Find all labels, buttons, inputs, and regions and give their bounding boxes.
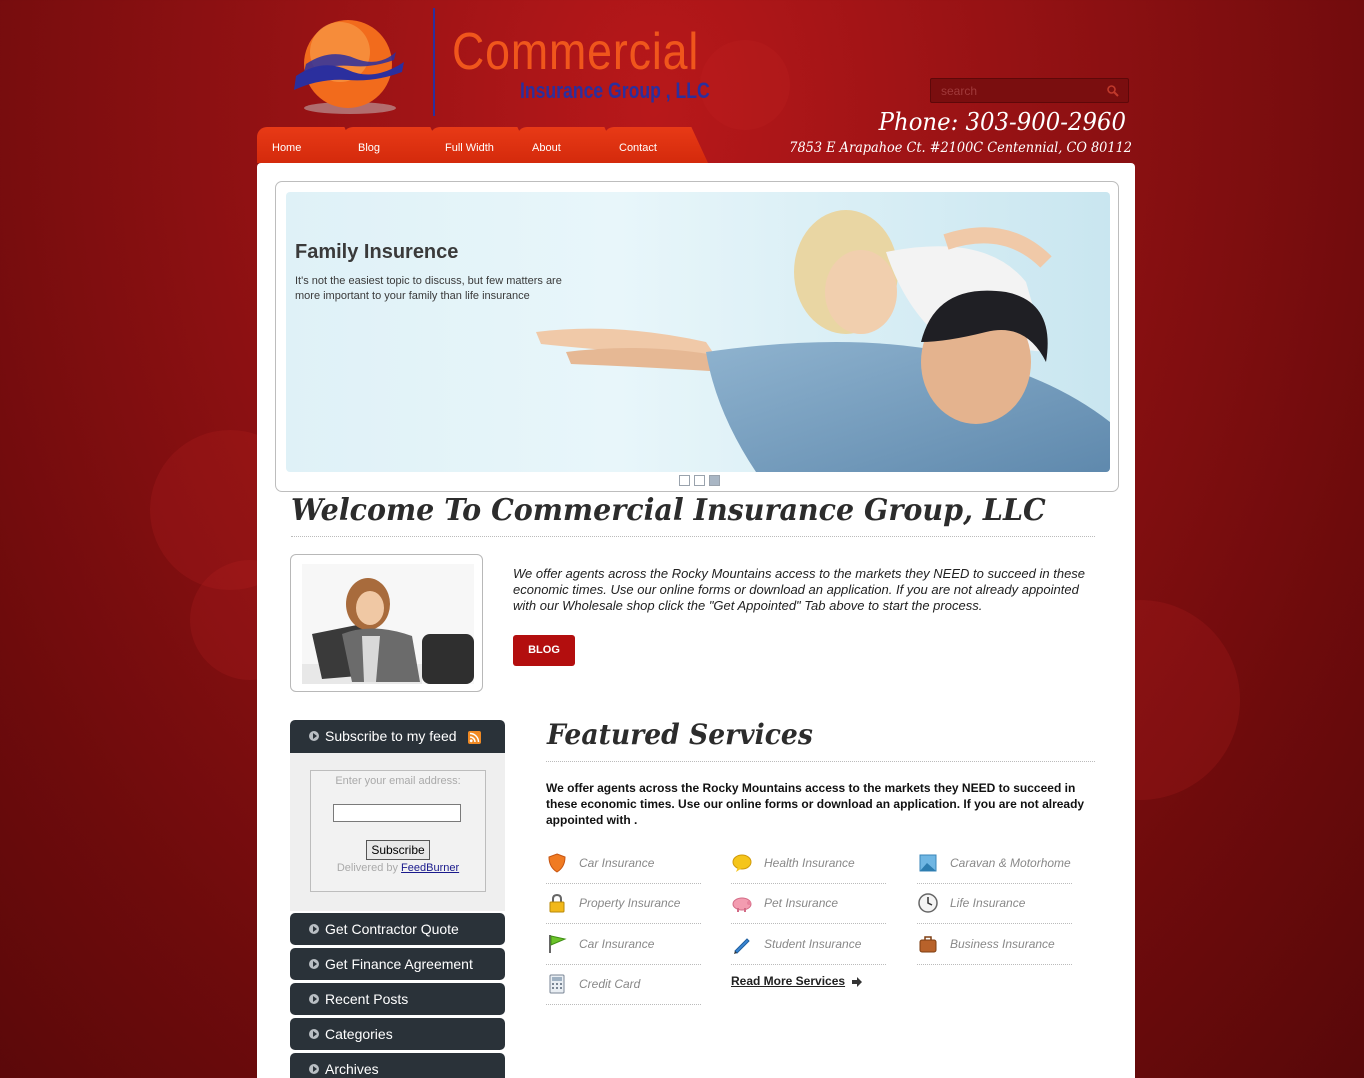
service-life-insurance[interactable]: Life Insurance <box>917 884 1072 924</box>
service-car-insurance-2[interactable]: Car Insurance <box>546 925 701 965</box>
service-label: Car Insurance <box>579 937 655 951</box>
email-label: Enter your email address: <box>335 775 461 787</box>
service-credit-card[interactable]: Credit Card <box>546 965 701 1005</box>
sidebar-item-archives[interactable]: Archives <box>290 1053 505 1078</box>
sidebar-item-categories[interactable]: Categories <box>290 1018 505 1050</box>
sidebar-item-recent-posts[interactable]: Recent Posts <box>290 983 505 1015</box>
divider <box>291 536 1095 537</box>
email-field[interactable] <box>333 804 461 822</box>
arrow-right-icon <box>309 1064 319 1074</box>
featured-text: We offer agents across the Rocky Mountai… <box>546 781 1085 827</box>
welcome-photo-frame <box>290 554 483 692</box>
rss-icon[interactable] <box>468 731 481 744</box>
subscribe-feed-header[interactable]: Subscribe to my feed <box>290 720 505 753</box>
delivered-by: Delivered by FeedBurner <box>311 862 485 874</box>
welcome-text: We offer agents across the Rocky Mountai… <box>513 566 1086 613</box>
service-caravan-motorhome[interactable]: Caravan & Motorhome <box>917 844 1072 884</box>
arrow-right-icon <box>309 1029 319 1039</box>
service-business-insurance[interactable]: Business Insurance <box>917 925 1072 965</box>
arrow-right-icon[interactable] <box>851 976 863 988</box>
picture-icon <box>919 854 937 872</box>
service-label: Health Insurance <box>764 856 855 870</box>
search-icon[interactable] <box>1106 84 1120 98</box>
service-label: Property Insurance <box>579 896 681 910</box>
sidebar-item-label: Get Contractor Quote <box>325 921 459 937</box>
slide-image[interactable]: Family Insurence It's not the easiest to… <box>286 192 1110 472</box>
search-box <box>930 78 1129 103</box>
slide-title: Family Insurence <box>295 241 459 263</box>
logo-globe-icon <box>294 20 404 114</box>
slider-dot-2[interactable] <box>694 475 705 486</box>
logo-subtitle: Insurance Group , LLC <box>520 78 710 103</box>
arrow-right-icon <box>309 959 319 969</box>
service-car-insurance[interactable]: Car Insurance <box>546 844 701 884</box>
nav-contact[interactable]: Contact <box>604 127 708 163</box>
subscribe-feed-title: Subscribe to my feed <box>325 728 457 744</box>
service-label: Credit Card <box>579 977 641 991</box>
service-pet-insurance[interactable]: Pet Insurance <box>731 884 886 924</box>
sidebar-item-finance-agreement[interactable]: Get Finance Agreement <box>290 948 505 980</box>
briefcase-icon <box>919 936 937 953</box>
delivered-by-label: Delivered by <box>336 862 398 874</box>
service-label: Life Insurance <box>950 896 1026 910</box>
flag-icon <box>549 935 567 953</box>
sidebar-item-contractor-quote[interactable]: Get Contractor Quote <box>290 913 505 945</box>
pen-icon <box>734 938 750 954</box>
padlock-icon <box>549 893 565 913</box>
service-label: Business Insurance <box>950 937 1055 951</box>
service-label: Car Insurance <box>579 856 655 870</box>
feedburner-link[interactable]: FeedBurner <box>401 862 459 874</box>
slider-dot-3[interactable] <box>709 475 720 486</box>
content-panel: Family Insurence It's not the easiest to… <box>257 163 1135 1078</box>
arrow-right-icon <box>309 924 319 934</box>
service-health-insurance[interactable]: Health Insurance <box>731 844 886 884</box>
divider <box>546 761 1095 762</box>
slider-dot-1[interactable] <box>679 475 690 486</box>
piggy-icon <box>732 897 752 912</box>
sidebar-item-label: Archives <box>325 1061 379 1077</box>
site-logo[interactable]: Commercial Insurance Group , LLC <box>288 8 718 120</box>
sidebar-item-label: Categories <box>325 1026 393 1042</box>
subscribe-button[interactable]: Subscribe <box>366 840 430 860</box>
search-input[interactable] <box>941 83 1101 99</box>
read-more-services-link[interactable]: Read More Services <box>731 974 845 988</box>
subscribe-form: Enter your email address: Subscribe Deli… <box>310 770 486 892</box>
logo-title: Commercial <box>452 23 700 81</box>
service-student-insurance[interactable]: Student Insurance <box>731 925 886 965</box>
service-label: Caravan & Motorhome <box>950 856 1071 870</box>
welcome-title: Welcome To Commercial Insurance Group, L… <box>291 493 1046 528</box>
address: 7853 E Arapahoe Ct. #2100C Centennial, C… <box>789 140 1132 156</box>
logo-divider <box>433 8 435 116</box>
shield-icon <box>548 853 566 873</box>
featured-title: Featured Services <box>547 718 813 751</box>
sidebar-item-label: Recent Posts <box>325 991 409 1007</box>
slide-photo-couple <box>536 210 1110 472</box>
arrow-right-icon <box>309 731 319 741</box>
arrow-right-icon <box>309 994 319 1004</box>
service-label: Student Insurance <box>764 937 862 951</box>
speech-bubble-icon <box>732 854 752 872</box>
calculator-icon <box>549 974 565 994</box>
phone-number: Phone: 303-900-2960 <box>878 108 1126 136</box>
subscribe-box: Enter your email address: Subscribe Deli… <box>290 753 505 911</box>
blog-button[interactable]: BLOG <box>513 635 575 666</box>
slide-text: It's not the easiest topic to discuss, b… <box>295 275 562 302</box>
clock-icon <box>918 893 938 913</box>
welcome-photo <box>302 564 474 684</box>
service-label: Pet Insurance <box>764 896 839 910</box>
sidebar-item-label: Get Finance Agreement <box>325 956 473 972</box>
image-slider: Family Insurence It's not the easiest to… <box>275 181 1119 492</box>
service-property-insurance[interactable]: Property Insurance <box>546 884 701 924</box>
